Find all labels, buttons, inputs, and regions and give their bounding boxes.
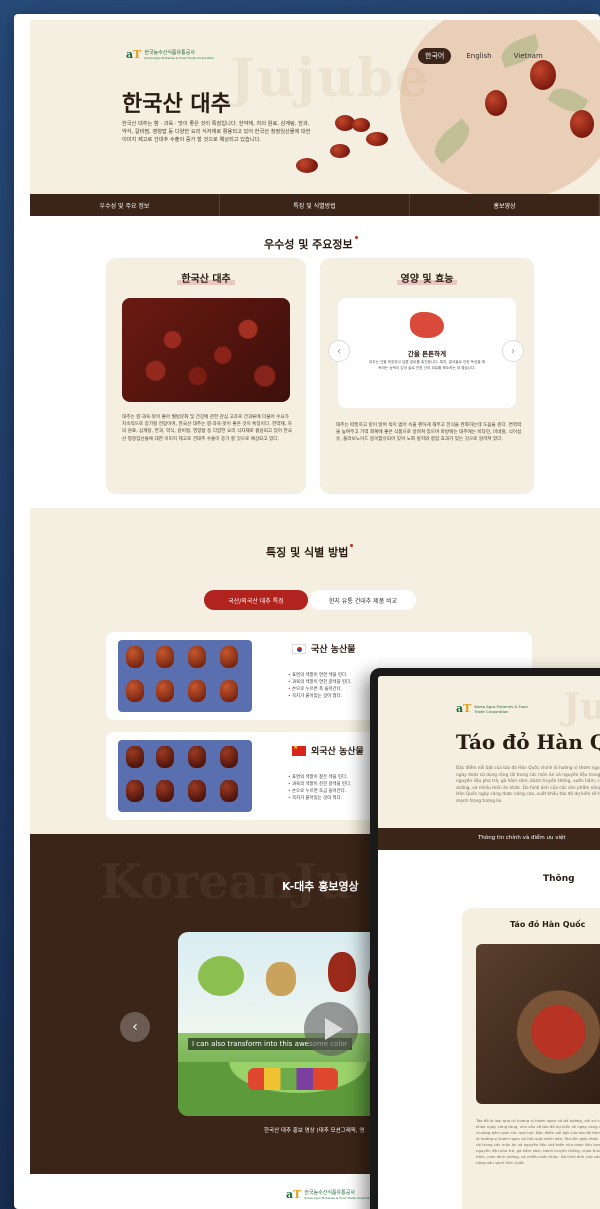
list-item: 표면의 색깔이 짙은 색을 띤다. — [288, 774, 352, 781]
ov-section-title: Thông — [543, 874, 575, 884]
jujube-fruit-image — [485, 90, 507, 116]
chevron-left-icon: ‹ — [132, 1019, 138, 1035]
nutrition-slide: 간을 튼튼하게 대추는 간을 보호하고 답즙 분비를 촉진합니다. 특히, 알코… — [338, 298, 516, 408]
lang-english[interactable]: English — [459, 49, 498, 63]
logo-subtext: Korea Agro-Fisheries & Food Trade Corpor… — [144, 55, 215, 60]
list-item: 꼭지가 붙어있는 것이 많다. — [288, 693, 352, 700]
ov-section-nav: Thông tin chính và điểm ưu việt — [378, 828, 600, 850]
play-icon[interactable] — [304, 1002, 358, 1056]
slide-prev-button[interactable]: ‹ — [328, 340, 350, 362]
panel-korean-jujube: 한국산 대추 대추는 향·과육·맛이 좋아 웰빙문화 및 건강에 관한 관심 고… — [106, 258, 306, 494]
logo[interactable]: aT 한국농수산식품유통공사 Korea Agro-Fisheries & Fo… — [126, 48, 214, 61]
at-logo-icon: aT — [286, 1188, 302, 1201]
foreign-jujube-photo — [118, 740, 252, 812]
jujube-fruit-image — [570, 110, 594, 138]
hero-banner: Jujube aT 한국농수산식품유통공사 Korea Agro-Fisheri… — [30, 20, 600, 194]
ov-nav-item[interactable]: Thông tin chính và điểm ưu việt — [478, 835, 566, 841]
panel-nutrition: 영양 및 효능 간을 튼튼하게 대추는 간을 보호하고 답즙 분비를 촉진합니다… — [320, 258, 534, 494]
fruit-illustration — [266, 962, 296, 996]
jujube-illustration — [328, 952, 356, 992]
section-nav: 우수성 및 주요 정보 특징 및 식별방법 홍보영상 — [30, 194, 600, 216]
language-switcher: 한국어 English Vietnam — [418, 48, 550, 64]
list-item: 손으로 누르면 푹 들어간다. — [288, 686, 352, 693]
vietnamese-page-content: Ju aT Korea Agro-Fisheries & Food Trade … — [378, 676, 600, 1209]
china-flag-icon — [292, 744, 306, 756]
korea-flag-icon — [292, 643, 306, 654]
lang-korean[interactable]: 한국어 — [418, 48, 452, 64]
fruit-characters-illustration — [248, 1068, 338, 1090]
hero-description: 한국산 대추는 향 · 과육 · 맛이 좋은 것이 특징입니다. 한약재, 차의… — [122, 121, 311, 143]
nav-item-excellence[interactable]: 우수성 및 주요 정보 — [30, 194, 220, 216]
panel-text: 대추는 따뜻하고 맛이 달며 독이 없어 속을 편하게 해주고 전식을 완화하는… — [336, 423, 522, 443]
tab-origin-features[interactable]: 국산/외국산 대추 특징 — [204, 590, 308, 610]
list-item: 과육의 색깔이 진한 갈색을 띤다. — [288, 781, 352, 788]
section-title-text: 우수성 및 주요정보 — [264, 238, 353, 251]
panel-title: 한국산 대추 — [106, 270, 306, 285]
section-title-text: 특징 및 식별 방법 — [266, 546, 349, 559]
foreign-traits: 표면의 색깔이 짙은 색을 띤다. 과육의 색깔이 진한 갈색을 띤다. 손으로… — [288, 774, 352, 802]
footer-logo[interactable]: aT 한국농수산식품유통공사 Korea Agro-Fisheries & Fo… — [286, 1188, 374, 1201]
chevron-right-icon: › — [511, 345, 515, 357]
at-logo-icon: aT — [126, 48, 142, 61]
slide-text: 대추는 간을 보호하고 답즙 분비를 촉진합니다. 특히, 알코올로 인한 독성… — [368, 360, 486, 370]
domestic-title: 국산 농산물 — [292, 642, 356, 655]
ov-description: Đặc điểm nổi bật của táo đỏ Hàn Quốc chí… — [456, 766, 600, 804]
video-prev-button[interactable]: ‹ — [120, 1012, 150, 1042]
jujube-fruit-image — [530, 60, 556, 90]
at-logo-icon: aT — [456, 702, 472, 715]
dried-jujube-image — [330, 144, 350, 158]
slide-next-button[interactable]: › — [502, 340, 524, 362]
domestic-traits: 표면의 색깔이 연한 색을 띤다. 과육의 색깔이 연한 갈색을 띤다. 손으로… — [288, 672, 352, 700]
panel-title-text: 영양 및 효능 — [396, 274, 458, 285]
ov-panel-text: Táo đỏ là loại quả có hương vị thơm ngon… — [476, 1118, 600, 1165]
nav-item-features[interactable]: 특징 및 식별방법 — [220, 194, 410, 216]
panel-text: 대추는 향·과육·맛이 좋아 웰빙문화 및 건강에 관한 관심 고조로 건과류에… — [122, 415, 292, 442]
domestic-jujube-photo — [118, 640, 252, 712]
panel-title-text: 한국산 대추 — [177, 274, 235, 285]
accent-dot-icon — [354, 236, 358, 239]
foreign-title-text: 외국산 농산물 — [311, 747, 364, 757]
lang-vietnam[interactable]: Vietnam — [507, 49, 550, 63]
ov-hero: Ju aT Korea Agro-Fisheries & Food Trade … — [378, 676, 600, 828]
ov-page-title: Táo đỏ Hàn Qu — [456, 730, 600, 754]
section-title-features: 특징 및 식별 방법 — [266, 544, 354, 560]
grape-illustration — [198, 956, 244, 996]
ov-logo-text: Korea Agro-Fisheries & Food Trade Corpor… — [474, 703, 528, 714]
video-caption: 한국산 대추 홍보 영상 (대추 모션그래픽, 영 — [264, 1128, 365, 1134]
tab-product-compare[interactable]: 현지 유통 건대추 제품 비교 — [310, 590, 416, 610]
ov-panel: Táo đỏ Hàn Quốc Táo đỏ là loại quả có hư… — [462, 908, 600, 1209]
list-item: 표면의 색깔이 연한 색을 띤다. — [288, 672, 352, 679]
dried-jujube-photo — [122, 298, 290, 402]
slide-title: 간을 튼튼하게 — [407, 350, 447, 358]
domestic-title-text: 국산 농산물 — [311, 645, 356, 655]
ov-logo[interactable]: aT Korea Agro-Fisheries & Food Trade Cor… — [456, 702, 536, 715]
foreign-title: 외국산 농산물 — [292, 744, 364, 757]
panel-title: 영양 및 효능 — [320, 270, 534, 285]
accent-dot-icon — [350, 544, 354, 547]
list-item: 꼭지가 붙어있는 것이 적다. — [288, 795, 352, 802]
dried-jujube-image — [296, 158, 318, 173]
dried-jujube-image — [366, 132, 388, 146]
vietnamese-page-screenshot: Ju aT Korea Agro-Fisheries & Food Trade … — [370, 668, 600, 1209]
liver-icon — [410, 312, 444, 338]
promo-title: K-대추 홍보영상 — [282, 880, 359, 893]
footer-logo-subtext: Korea Agro-Fisheries & Food Trade Corpor… — [304, 1195, 375, 1200]
page-title: 한국산 대추 — [122, 92, 231, 117]
ov-watermark: Ju — [563, 686, 600, 728]
section-title-excellence: 우수성 및 주요정보 — [264, 236, 358, 252]
nav-item-promo[interactable]: 홍보영상 — [410, 194, 600, 216]
dried-jujube-image — [352, 118, 370, 132]
ov-jujube-basket-photo — [476, 944, 600, 1104]
list-item: 손으로 누르면 조금 들어간다. — [288, 788, 352, 795]
chevron-left-icon: ‹ — [337, 345, 341, 357]
ov-panel-title: Táo đỏ Hàn Quốc — [510, 920, 586, 929]
list-item: 과육의 색깔이 연한 갈색을 띤다. — [288, 679, 352, 686]
